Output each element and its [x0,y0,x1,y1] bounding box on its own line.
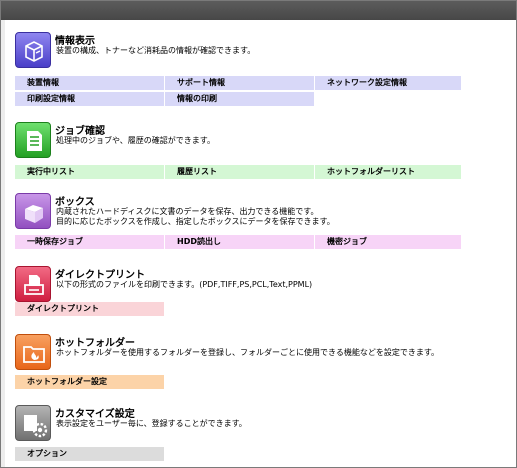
section-hot-folder: ホットフォルダー ホットフォルダーを使用するフォルダーを登録し、フォルダーごとに… [15,334,465,394]
section-title: ダイレクトプリント [55,270,145,281]
link-hot-folder-settings[interactable]: ホットフォルダー設定 [15,375,164,389]
link-network-settings[interactable]: ネットワーク設定情報 [315,76,461,90]
section-direct-print: ダイレクトプリント 以下の形式のファイルを印刷できます。(PDF,TIFF,PS… [15,266,465,326]
box-icon[interactable] [15,193,51,229]
device-info-icon[interactable] [15,32,51,68]
section-description: 処理中のジョブや、履歴の確認ができます。 [56,136,215,145]
link-support-info[interactable]: サポート情報 [165,76,314,90]
section-customize: カスタマイズ設定 表示設定をユーザー毎に、登録することができます。 オプション [15,405,465,465]
section-description: 以下の形式のファイルを印刷できます。(PDF,TIFF,PS,PCL,Text,… [56,280,313,289]
menu-content: 情報表示 装置の構成、トナーなど消耗品の情報が確認できます。 装置情報 サポート… [1,20,516,467]
link-history-list[interactable]: 履歴リスト [165,165,314,179]
description-line: 内蔵されたハードディスクに文書のデータを保存、出力できる機能です。 [56,207,319,216]
section-description: ホットフォルダーを使用するフォルダーを登録し、フォルダーごとに使用できる機能など… [56,348,440,357]
link-secure-jobs[interactable]: 機密ジョブ [315,235,461,249]
section-title: 情報表示 [55,36,95,47]
link-direct-print[interactable]: ダイレクトプリント [15,302,164,316]
section-box: ボックス 内蔵されたハードディスクに文書のデータを保存、出力できる機能です。 目… [15,193,465,263]
hot-folder-icon[interactable] [15,334,51,370]
job-document-icon[interactable] [15,122,51,158]
section-description: 表示設定をユーザー毎に、登録することができます。 [56,419,247,428]
link-temp-saved-jobs[interactable]: 一時保存ジョブ [15,235,164,249]
link-print-settings[interactable]: 印刷設定情報 [15,92,164,106]
section-job-status: ジョブ確認 処理中のジョブや、履歴の確認ができます。 実行中リスト 履歴リスト … [15,122,465,184]
link-info-print[interactable]: 情報の印刷 [165,92,314,106]
link-device-info[interactable]: 装置情報 [15,76,164,90]
section-device-info: 情報表示 装置の構成、トナーなど消耗品の情報が確認できます。 装置情報 サポート… [15,32,465,112]
description-line: 目的に応じたボックスを作成し、指定したボックスにデータを保存できます。 [56,217,335,226]
section-title: ボックス [55,197,95,208]
section-description: 内蔵されたハードディスクに文書のデータを保存、出力できる機能です。 目的に応じた… [56,207,335,227]
section-title: ジョブ確認 [55,126,105,137]
main-window: 情報表示 装置の構成、トナーなど消耗品の情報が確認できます。 装置情報 サポート… [0,0,517,468]
section-title: カスタマイズ設定 [55,409,135,420]
direct-print-icon[interactable] [15,266,51,302]
section-title: ホットフォルダー [55,338,135,349]
link-hdd-read[interactable]: HDD読出し [165,235,314,249]
customize-settings-icon[interactable] [15,405,51,441]
link-running-list[interactable]: 実行中リスト [15,165,164,179]
section-description: 装置の構成、トナーなど消耗品の情報が確認できます。 [56,46,256,55]
link-options[interactable]: オプション [15,447,164,461]
top-bar [1,1,516,20]
link-hot-folder-list[interactable]: ホットフォルダーリスト [315,165,461,179]
